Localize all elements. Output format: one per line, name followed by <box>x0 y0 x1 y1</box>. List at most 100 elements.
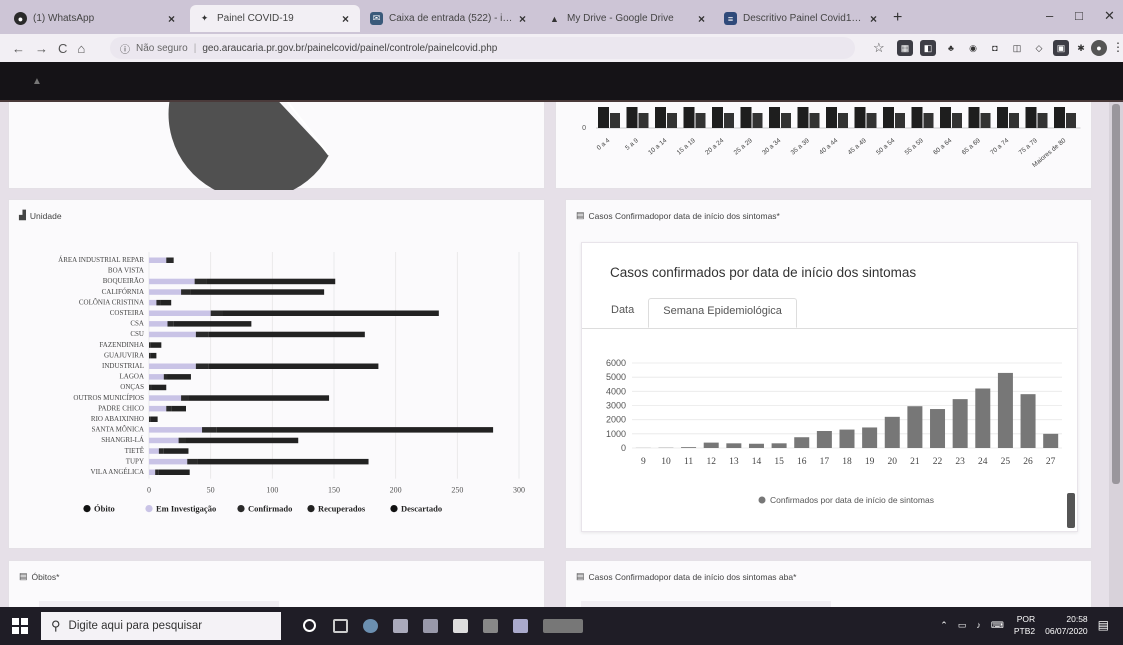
unidade-bar-segment[interactable] <box>163 448 189 454</box>
unidade-bar-segment[interactable] <box>149 289 182 295</box>
unidade-bar-segment[interactable] <box>216 427 494 433</box>
extension-icon[interactable]: ◘ <box>987 40 1003 56</box>
unidade-bar-segment[interactable] <box>195 331 209 338</box>
unidade-bar-segment[interactable] <box>166 405 172 412</box>
age-bar[interactable] <box>667 113 677 128</box>
unidade-bar-segment[interactable] <box>149 363 196 370</box>
new-tab-button[interactable]: + <box>893 9 902 27</box>
week-bar[interactable] <box>862 427 878 448</box>
unidade-bar-segment[interactable] <box>158 448 164 454</box>
volume-icon[interactable]: ♪ <box>976 620 981 630</box>
age-bar[interactable] <box>712 107 723 128</box>
close-icon[interactable]: × <box>870 12 880 26</box>
unidade-bar-segment[interactable] <box>156 299 161 306</box>
legend-label[interactable]: Descartado <box>401 504 442 514</box>
legend-label[interactable]: Confirmados por data de início de sintom… <box>770 495 934 505</box>
legend-marker[interactable] <box>83 505 91 513</box>
unidade-bar-segment[interactable] <box>150 352 157 359</box>
input-language[interactable]: POR PTB2 <box>1014 613 1035 637</box>
extension-icon[interactable]: ◧ <box>920 40 936 56</box>
unidade-bar-segment[interactable] <box>181 289 191 295</box>
minimize-icon[interactable]: – <box>1046 8 1053 23</box>
week-bar[interactable] <box>771 443 787 448</box>
legend-label[interactable]: Confirmado <box>248 504 292 514</box>
legend-label[interactable]: Em Investigação <box>156 504 216 514</box>
age-bar[interactable] <box>1009 113 1019 128</box>
notifications-icon[interactable]: ▤ <box>1098 618 1109 632</box>
week-bar[interactable] <box>748 443 764 448</box>
unidade-bar-segment[interactable] <box>206 278 336 285</box>
unidade-bar-segment[interactable] <box>210 310 223 317</box>
unidade-bar-segment[interactable] <box>163 374 168 380</box>
week-bar[interactable] <box>839 429 855 448</box>
legend-marker[interactable] <box>237 505 245 513</box>
unidade-bar-segment[interactable] <box>149 427 203 433</box>
tab-semana-epidemiologica[interactable]: Semana Epidemiológica <box>648 298 797 328</box>
unidade-bar-segment[interactable] <box>173 321 252 327</box>
tab-whatsapp[interactable]: ● (1) WhatsApp × <box>6 5 186 32</box>
unidade-bar-segment[interactable] <box>167 374 191 380</box>
extension-icon[interactable]: ◇ <box>1031 40 1047 56</box>
user-icon[interactable]: ▲ <box>32 76 42 87</box>
week-bar[interactable] <box>726 443 742 448</box>
unidade-bar-segment[interactable] <box>166 257 174 264</box>
unidade-bar-segment[interactable] <box>149 321 168 327</box>
url-bar[interactable]: ⓘ Não seguro | geo.araucaria.pr.gov.br/p… <box>110 37 855 59</box>
age-bar[interactable] <box>1054 107 1065 128</box>
week-bar[interactable] <box>1020 394 1036 448</box>
unidade-bar-segment[interactable] <box>158 469 190 476</box>
unidade-bar-segment[interactable] <box>171 405 186 412</box>
tab-mail[interactable]: ✉ Caixa de entrada (522) - isaager × <box>362 5 537 32</box>
legend-marker[interactable] <box>307 505 315 513</box>
age-bar[interactable] <box>997 107 1008 128</box>
close-icon[interactable]: × <box>519 12 529 26</box>
extension-icon[interactable]: ◫ <box>1009 40 1025 56</box>
extension-icon[interactable]: ▦ <box>897 40 913 56</box>
reload-icon[interactable]: C <box>58 41 67 56</box>
week-bar[interactable] <box>794 437 810 448</box>
maximize-icon[interactable]: □ <box>1075 8 1083 23</box>
unidade-bar-segment[interactable] <box>208 331 365 338</box>
scrollbar-thumb[interactable] <box>1112 104 1120 484</box>
week-bar[interactable] <box>884 416 900 448</box>
info-icon[interactable]: ⓘ <box>120 41 130 56</box>
unidade-bar-segment[interactable] <box>155 469 159 476</box>
taskbar-search-box[interactable]: ⚲ Digite aqui para pesquisar <box>41 612 281 640</box>
unidade-bar-segment[interactable] <box>178 437 186 444</box>
unidade-bar-segment[interactable] <box>149 278 195 285</box>
age-bar[interactable] <box>854 107 866 128</box>
age-bar[interactable] <box>895 113 905 128</box>
forward-arrow-icon[interactable]: → <box>35 41 48 56</box>
age-bar[interactable] <box>740 107 752 128</box>
unidade-bar-segment[interactable] <box>149 448 159 454</box>
age-bar[interactable] <box>610 113 620 128</box>
unidade-bar-segment[interactable] <box>194 278 207 285</box>
tab-painel-covid[interactable]: ✦ Painel COVID-19 × <box>190 5 360 32</box>
week-bar[interactable] <box>681 447 697 448</box>
age-bar[interactable] <box>923 113 934 128</box>
age-bar[interactable] <box>1037 113 1048 128</box>
unidade-bar-segment[interactable] <box>149 342 151 348</box>
close-icon[interactable]: × <box>168 12 178 26</box>
unidade-bar-segment[interactable] <box>149 395 182 401</box>
week-bar[interactable] <box>997 372 1013 448</box>
extension-icon[interactable]: ♣ <box>943 40 959 56</box>
windows-start-icon[interactable] <box>12 618 28 634</box>
age-bar[interactable] <box>724 113 734 128</box>
unidade-bar-segment[interactable] <box>149 469 156 476</box>
unidade-bar-segment[interactable] <box>149 374 164 380</box>
age-bar[interactable] <box>797 107 809 128</box>
age-bar[interactable] <box>695 113 706 128</box>
unidade-bar-segment[interactable] <box>223 310 439 317</box>
photos-icon[interactable] <box>513 619 528 633</box>
age-bar[interactable] <box>883 107 894 128</box>
week-bar[interactable] <box>1043 433 1059 448</box>
age-bar[interactable] <box>683 107 695 128</box>
keyboard-icon[interactable]: ⌨ <box>991 620 1004 631</box>
age-bar[interactable] <box>809 113 820 128</box>
active-app-icon[interactable] <box>543 619 583 633</box>
legend-marker[interactable] <box>758 496 766 504</box>
pie-slice[interactable] <box>168 102 329 200</box>
unidade-bar-segment[interactable] <box>149 384 152 391</box>
age-bar[interactable] <box>638 113 649 128</box>
